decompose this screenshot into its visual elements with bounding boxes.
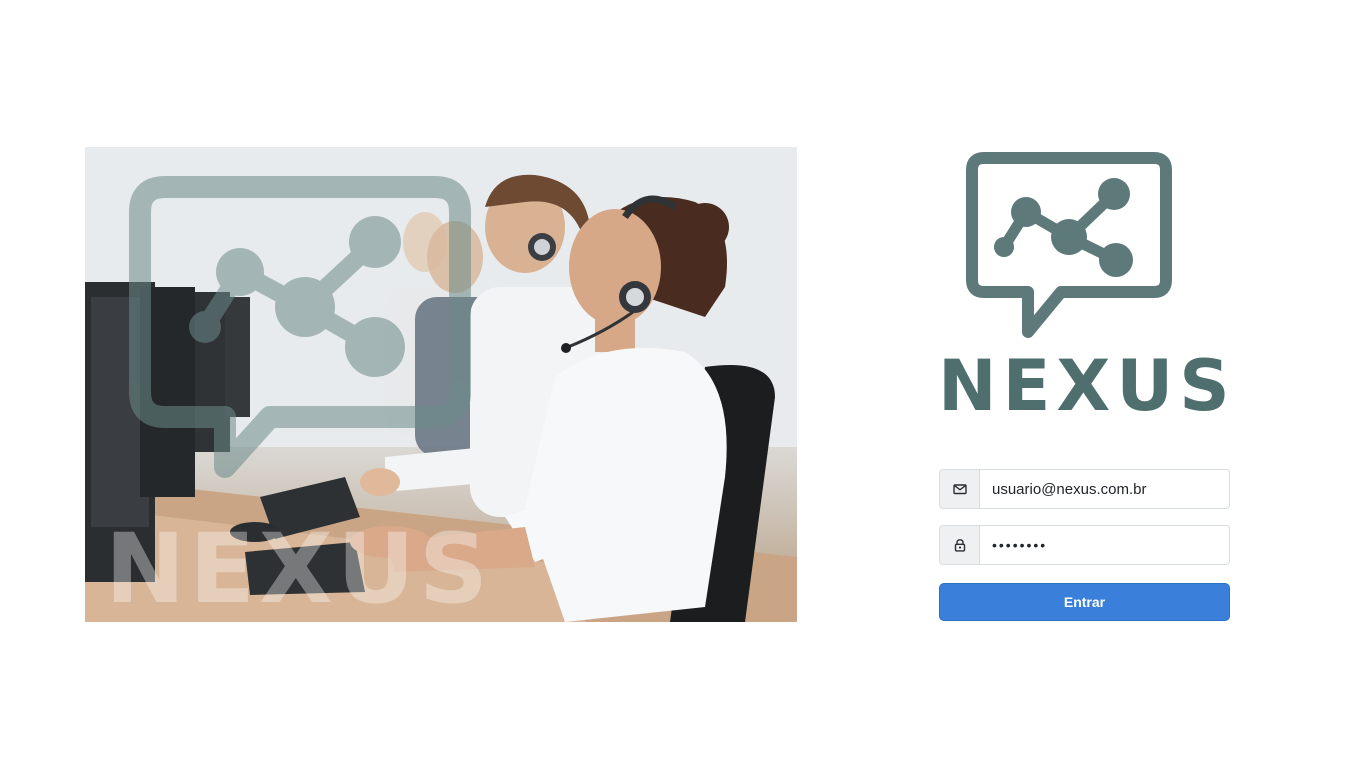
login-button[interactable]: Entrar [939, 583, 1230, 621]
lock-icon [940, 526, 980, 564]
password-field-group [939, 525, 1230, 565]
call-center-illustration: NEXUS [85, 147, 797, 622]
email-input[interactable] [980, 470, 1229, 508]
chat-bubble-network-icon [966, 150, 1172, 346]
email-field-group [939, 469, 1230, 509]
envelope-icon [940, 470, 980, 508]
watermark-name: NEXUS [105, 513, 492, 622]
login-page: NEXUS NEXUS usuario@nexus.com.br •••••••… [0, 0, 1366, 768]
password-input[interactable] [980, 526, 1229, 564]
brand-name: NEXUS [938, 345, 1236, 427]
hero-photo: NEXUS [85, 147, 797, 622]
